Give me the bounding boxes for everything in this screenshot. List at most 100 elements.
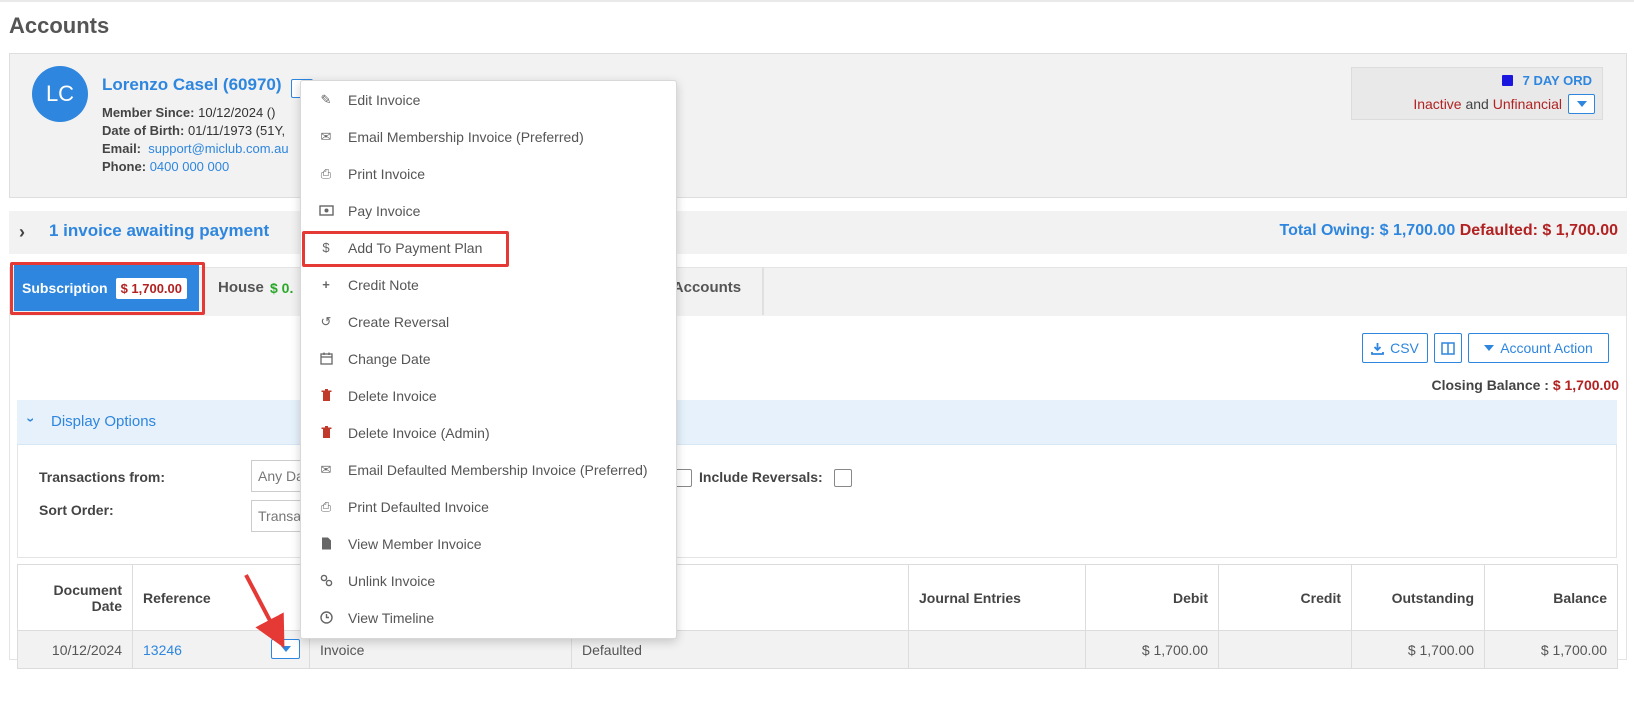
closing-balance: Closing Balance : $ 1,700.00 <box>1431 377 1619 393</box>
invoice-awaiting-label[interactable]: 1 invoice awaiting payment <box>49 221 269 241</box>
status-and: and <box>1465 96 1489 112</box>
transactions-from-label: Transactions from: <box>39 469 166 485</box>
member-since-value: 10/12/2024 () <box>198 105 276 120</box>
cell-credit <box>1218 630 1352 669</box>
csv-button[interactable]: CSV <box>1362 333 1428 363</box>
account-action-label: Account Action <box>1500 340 1593 356</box>
pencil-icon: ✎ <box>320 91 332 107</box>
menu-item-label: View Timeline <box>348 609 435 626</box>
email-link[interactable]: support@miclub.com.au <box>148 141 288 156</box>
unlink-icon <box>317 574 335 587</box>
payment-plan-highlight-box <box>302 231 509 267</box>
account-action-button[interactable]: Account Action <box>1468 333 1609 363</box>
menu-item-create-reversal[interactable]: ↺ Create Reversal <box>301 303 676 340</box>
undo-icon: ↺ <box>320 313 332 329</box>
tab-house[interactable]: House <box>218 279 264 296</box>
printer-icon: ⎙ <box>320 165 332 181</box>
menu-item-label: Delete Invoice (Admin) <box>348 424 490 441</box>
member-name-link[interactable]: Lorenzo Casel (60970) <box>102 75 282 95</box>
chevron-down-icon: › <box>23 417 40 423</box>
display-options-header[interactable]: › Display Options <box>17 400 1617 445</box>
col-credit[interactable]: Credit <box>1218 564 1352 631</box>
member-details: Member Since: 10/12/2024 () Date of Birt… <box>102 104 289 176</box>
closing-balance-value: $ 1,700.00 <box>1552 377 1619 393</box>
columns-button[interactable] <box>1434 333 1462 363</box>
col-reference[interactable]: Reference <box>132 564 310 631</box>
membership-status-box: 7 DAY ORD Inactive and Unfinancial <box>1351 67 1603 120</box>
membership-category: 7 DAY ORD <box>1501 73 1592 88</box>
reference-link[interactable]: 13246 <box>143 642 182 658</box>
member-panel: LC Lorenzo Casel (60970) Member Since: 1… <box>9 53 1627 198</box>
col-balance[interactable]: Balance <box>1484 564 1618 631</box>
col-debit[interactable]: Debit <box>1085 564 1219 631</box>
col-journal-entries[interactable]: Journal Entries <box>908 564 1086 631</box>
menu-item-label: Credit Note <box>348 276 419 293</box>
include-reversals-label: Include Reversals: <box>699 469 823 485</box>
unfinancial-status: Unfinancial <box>1492 96 1562 112</box>
chevron-right-icon[interactable]: › <box>19 222 25 243</box>
cell-date: 10/12/2024 <box>17 630 133 669</box>
menu-item-view-member-invoice[interactable]: View Member Invoice <box>301 525 676 562</box>
menu-item-pay-invoice[interactable]: Pay Invoice <box>301 192 676 229</box>
membership-status: Inactive and Unfinancial <box>1413 96 1562 112</box>
email-label: Email: <box>102 141 142 156</box>
menu-item-email-defaulted-invoice[interactable]: ✉ Email Defaulted Membership Invoice (Pr… <box>301 451 676 488</box>
menu-item-label: Print Invoice <box>348 165 426 182</box>
dob-value: 01/11/1973 (51Y, <box>187 123 286 138</box>
csv-label: CSV <box>1390 340 1419 356</box>
page-title: Accounts <box>9 13 110 38</box>
avatar: LC <box>32 66 88 122</box>
columns-icon <box>1441 341 1455 355</box>
menu-item-label: Email Defaulted Membership Invoice (Pref… <box>348 461 648 478</box>
menu-item-change-date[interactable]: Change Date <box>301 340 676 377</box>
reference-dropdown-button[interactable] <box>271 639 300 659</box>
menu-item-label: Unlink Invoice <box>348 572 436 589</box>
table-header-row: Document Date Reference Journal Entries … <box>17 564 1618 631</box>
menu-item-edit-invoice[interactable]: ✎ Edit Invoice <box>301 81 676 118</box>
menu-item-label: Print Defaulted Invoice <box>348 498 489 515</box>
cell-balance: $ 1,700.00 <box>1484 630 1618 669</box>
menu-item-view-timeline[interactable]: View Timeline <box>301 599 676 636</box>
menu-item-label: Delete Invoice <box>348 387 437 404</box>
total-owing: Total Owing: $ 1,700.00 <box>1279 222 1456 239</box>
category-color-square <box>1501 75 1513 86</box>
invoice-awaiting-bar[interactable]: › 1 invoice awaiting payment Total Owing… <box>9 211 1627 254</box>
member-since-label: Member Since: <box>102 105 195 120</box>
clock-icon <box>317 611 335 624</box>
trash-icon <box>317 389 335 402</box>
menu-item-print-invoice[interactable]: ⎙ Print Invoice <box>301 155 676 192</box>
status-dropdown-button[interactable] <box>1568 94 1595 114</box>
col-outstanding[interactable]: Outstanding <box>1351 564 1485 631</box>
phone-link[interactable]: 0400 000 000 <box>150 159 230 174</box>
menu-item-email-membership-invoice[interactable]: ✉ Email Membership Invoice (Preferred) <box>301 118 676 155</box>
file-icon <box>317 537 335 550</box>
inactive-status: Inactive <box>1413 96 1462 112</box>
menu-item-label: Pay Invoice <box>348 202 421 219</box>
envelope-icon: ✉ <box>320 128 332 144</box>
menu-item-credit-note[interactable]: + Credit Note <box>301 266 676 303</box>
menu-item-delete-invoice[interactable]: Delete Invoice <box>301 377 676 414</box>
subscription-highlight-box <box>10 262 205 315</box>
menu-item-delete-invoice-admin[interactable]: Delete Invoice (Admin) <box>301 414 676 451</box>
col-document-date[interactable]: Document Date <box>17 564 133 631</box>
menu-item-label: Change Date <box>348 350 431 367</box>
caret-down-icon <box>1576 101 1587 107</box>
tab-divider <box>762 267 764 315</box>
table-row: 10/12/2024 13246 Invoice Defaulted $ 1,7… <box>17 630 1618 669</box>
menu-item-unlink-invoice[interactable]: Unlink Invoice <box>301 562 676 599</box>
include-reversals-checkbox[interactable] <box>834 469 852 487</box>
menu-item-label: Create Reversal <box>348 313 450 330</box>
menu-item-print-defaulted-invoice[interactable]: ⎙ Print Defaulted Invoice <box>301 488 676 525</box>
invoice-action-menu: ✎ Edit Invoice ✉ Email Membership Invoic… <box>300 80 677 639</box>
download-icon <box>1371 342 1384 355</box>
printer-icon: ⎙ <box>320 498 332 514</box>
menu-item-label: View Member Invoice <box>348 535 482 552</box>
menu-item-label: Edit Invoice <box>348 91 421 108</box>
cell-journal <box>908 630 1086 669</box>
plus-icon: + <box>322 277 330 292</box>
defaulted-total: Defaulted: $ 1,700.00 <box>1459 222 1618 239</box>
trash-icon <box>317 426 335 439</box>
tab-house-amount: $ 0. <box>270 280 294 296</box>
dob-label: Date of Birth: <box>102 123 185 138</box>
category-label: 7 DAY ORD <box>1522 73 1592 88</box>
